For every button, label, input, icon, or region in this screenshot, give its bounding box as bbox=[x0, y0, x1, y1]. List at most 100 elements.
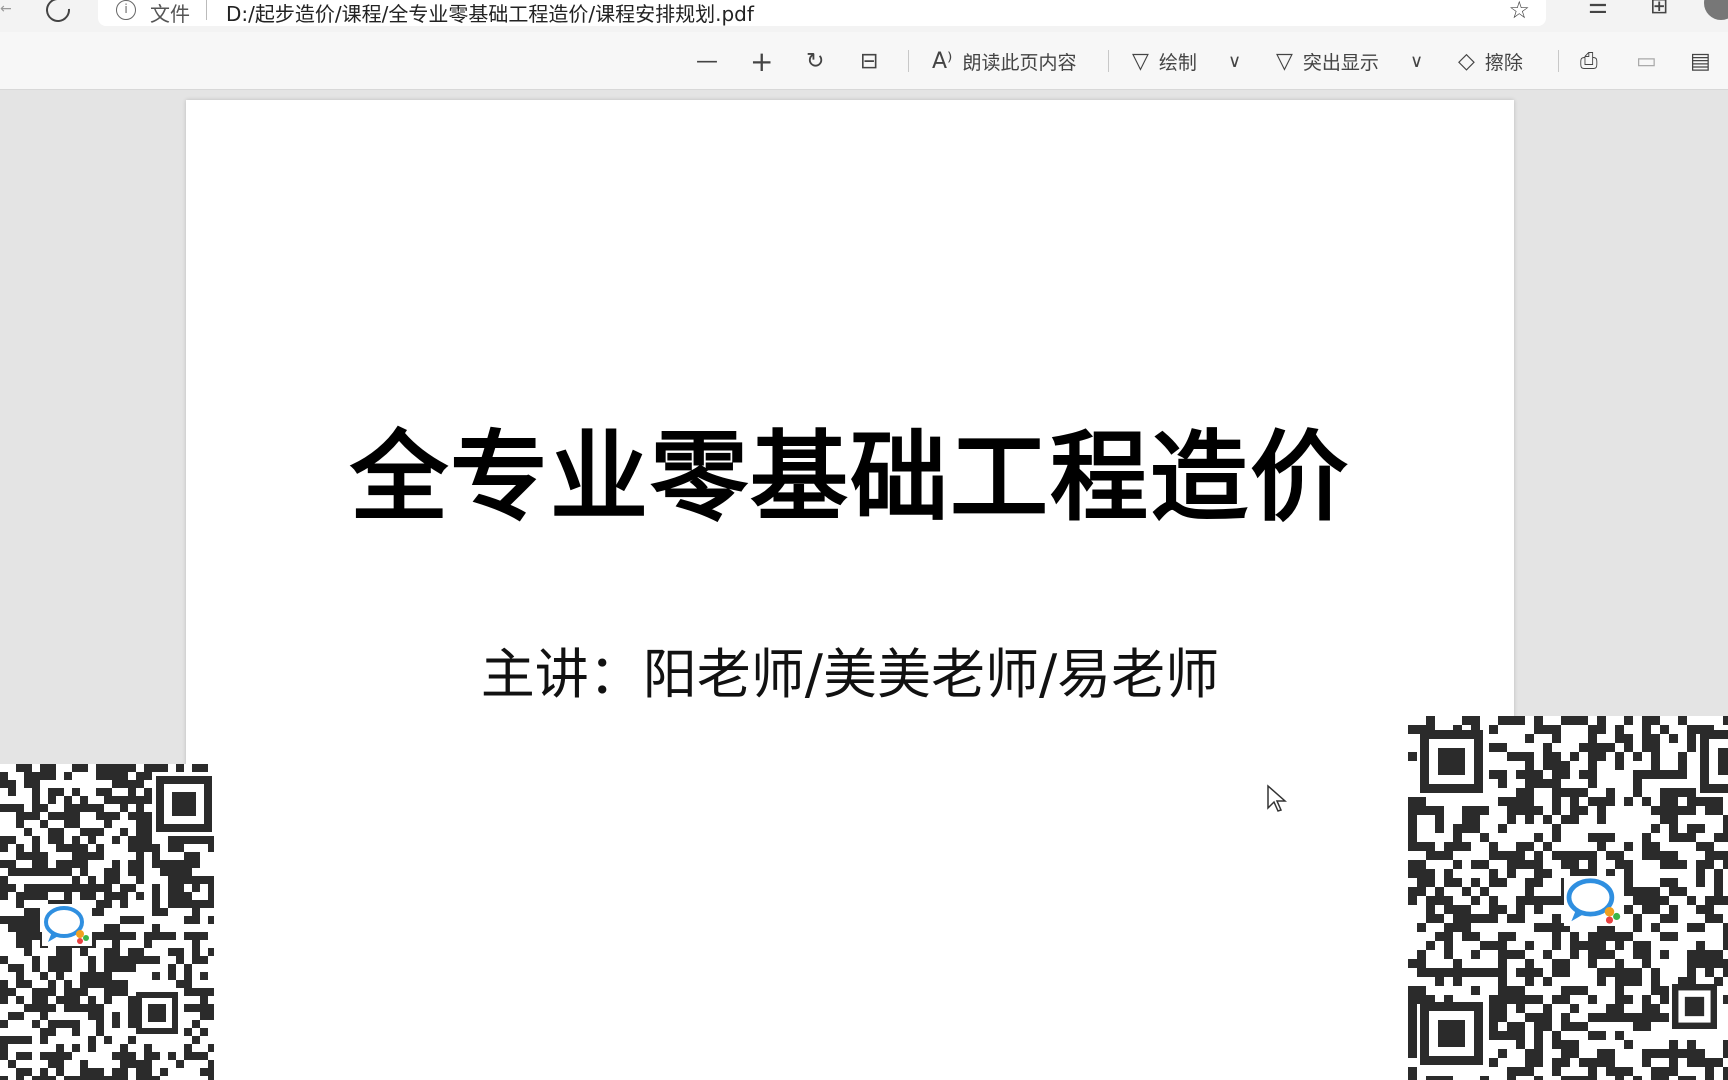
profile-avatar[interactable] bbox=[1704, 0, 1728, 20]
qr-module bbox=[1606, 1049, 1615, 1058]
qr-module bbox=[1489, 905, 1498, 914]
favorite-star-icon[interactable]: ☆ bbox=[1508, 0, 1530, 24]
reload-icon[interactable] bbox=[41, 0, 75, 27]
qr-module bbox=[1408, 1067, 1417, 1076]
qr-module bbox=[1597, 743, 1606, 752]
qr-module bbox=[1489, 878, 1498, 887]
qr-module bbox=[136, 916, 144, 924]
qr-module bbox=[1588, 860, 1597, 869]
save-button[interactable]: ▭ bbox=[1636, 32, 1657, 90]
qr-module bbox=[1489, 896, 1498, 905]
qr-module bbox=[1426, 941, 1435, 950]
qr-module bbox=[1570, 932, 1579, 941]
zoom-in-button[interactable]: + bbox=[750, 32, 773, 90]
qr-module bbox=[1489, 770, 1498, 779]
qr-module bbox=[1561, 995, 1570, 1004]
qr-module bbox=[1660, 1076, 1669, 1080]
qr-module bbox=[1516, 968, 1525, 977]
qr-module bbox=[1444, 950, 1453, 959]
collections-icon[interactable]: ⊞ bbox=[1650, 0, 1668, 19]
fit-page-button[interactable]: ⊟ bbox=[860, 32, 878, 90]
qr-module bbox=[8, 988, 16, 996]
qr-module bbox=[1516, 797, 1525, 806]
qr-module bbox=[1516, 851, 1525, 860]
qr-module bbox=[1624, 860, 1633, 869]
qr-module bbox=[1498, 977, 1507, 986]
qr-module bbox=[1525, 761, 1534, 770]
qr-module bbox=[1552, 788, 1561, 797]
qr-module bbox=[1597, 797, 1606, 806]
qr-module bbox=[1570, 1022, 1579, 1031]
qr-module bbox=[1498, 770, 1507, 779]
qr-module bbox=[1669, 1058, 1678, 1067]
qr-module bbox=[1606, 1058, 1615, 1067]
qr-module bbox=[24, 1036, 32, 1044]
qr-module bbox=[1642, 1058, 1651, 1067]
highlight-button[interactable]: ▽ 突出显示 bbox=[1276, 32, 1379, 90]
qr-module bbox=[40, 1004, 48, 1012]
qr-module bbox=[1552, 761, 1561, 770]
qr-module bbox=[1534, 1040, 1543, 1049]
qr-module bbox=[1480, 887, 1489, 896]
print-button[interactable]: ⎙ bbox=[1580, 32, 1598, 90]
qr-module bbox=[128, 1060, 136, 1068]
qr-module bbox=[1588, 1058, 1597, 1067]
qr-module bbox=[200, 764, 208, 772]
qr-module bbox=[48, 1020, 56, 1028]
qr-module bbox=[1507, 869, 1516, 878]
qr-module bbox=[1669, 878, 1678, 887]
qr-module bbox=[1561, 1058, 1570, 1067]
highlight-dropdown[interactable]: ∨ bbox=[1410, 32, 1423, 90]
qr-module bbox=[16, 812, 24, 820]
qr-module bbox=[1723, 959, 1728, 968]
qr-module bbox=[1462, 815, 1471, 824]
qr-module bbox=[120, 1068, 128, 1076]
qr-module bbox=[152, 892, 160, 900]
qr-module bbox=[1660, 896, 1669, 905]
qr-module bbox=[168, 964, 176, 972]
qr-module bbox=[192, 764, 200, 772]
qr-module bbox=[1462, 968, 1471, 977]
qr-module bbox=[1678, 806, 1687, 815]
qr-module bbox=[136, 780, 144, 788]
qr-module bbox=[64, 1004, 72, 1012]
qr-finder-pattern bbox=[1718, 748, 1728, 775]
info-icon[interactable]: i bbox=[116, 0, 136, 20]
url-text[interactable]: D:/起步造价/课程/全专业零基础工程造价/课程安排规划.pdf bbox=[226, 0, 754, 27]
chat-logo-icon bbox=[42, 904, 92, 946]
erase-button[interactable]: ◇ 擦除 bbox=[1458, 32, 1523, 90]
read-aloud-button[interactable]: A⁾ 朗读此页内容 bbox=[932, 32, 1076, 90]
qr-module bbox=[1588, 932, 1597, 941]
qr-module bbox=[56, 1068, 64, 1076]
draw-button[interactable]: ▽ 绘制 bbox=[1132, 32, 1197, 90]
qr-module bbox=[1687, 806, 1696, 815]
qr-module bbox=[1597, 725, 1606, 734]
qr-module bbox=[128, 1020, 136, 1028]
zoom-out-button[interactable]: — bbox=[696, 32, 718, 90]
qr-module bbox=[1696, 950, 1705, 959]
qr-module bbox=[1633, 1022, 1642, 1031]
qr-module bbox=[1597, 1013, 1606, 1022]
save-as-button[interactable]: ▤ bbox=[1690, 32, 1711, 90]
qr-module bbox=[192, 940, 200, 948]
qr-module bbox=[1561, 959, 1570, 968]
qr-module bbox=[48, 764, 56, 772]
qr-module bbox=[1462, 842, 1471, 851]
favorites-list-icon[interactable]: ☰ bbox=[1588, 0, 1608, 19]
qr-module bbox=[192, 900, 200, 908]
draw-dropdown[interactable]: ∨ bbox=[1228, 32, 1241, 90]
qr-module bbox=[1669, 734, 1678, 743]
qr-module bbox=[1534, 1076, 1543, 1080]
qr-module bbox=[1489, 869, 1498, 878]
qr-module bbox=[1417, 797, 1426, 806]
qr-module bbox=[192, 884, 200, 892]
qr-module bbox=[64, 1020, 72, 1028]
qr-module bbox=[96, 884, 104, 892]
address-box[interactable]: i 文件 D:/起步造价/课程/全专业零基础工程造价/课程安排规划.pdf ☆ bbox=[98, 0, 1546, 26]
qr-module bbox=[1642, 1049, 1651, 1058]
rotate-button[interactable]: ↻ bbox=[806, 32, 824, 90]
back-arrow-icon[interactable]: ← bbox=[0, 2, 14, 16]
qr-module bbox=[1696, 869, 1705, 878]
qr-module bbox=[184, 916, 192, 924]
qr-module bbox=[1597, 806, 1606, 815]
